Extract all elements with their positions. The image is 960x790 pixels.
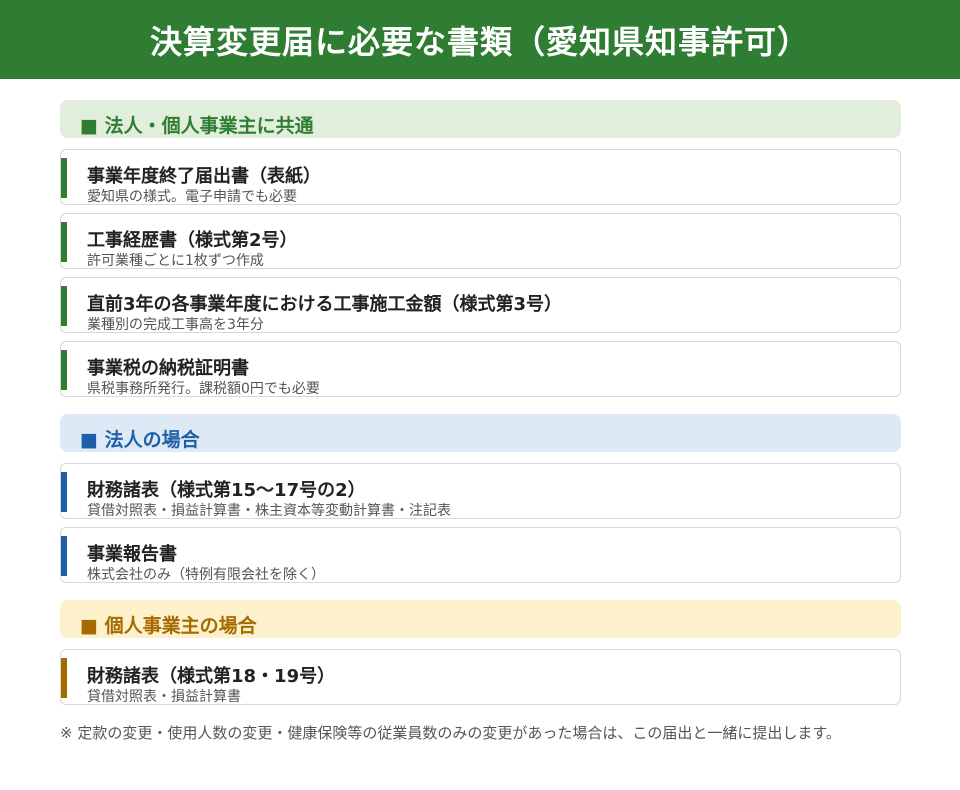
document-note: 貸借対照表・損益計算書 [87, 689, 241, 705]
document-item: 事業税の納税証明書 県税事務所発行。課税額0円でも必要 [60, 341, 901, 397]
accent-bar [61, 350, 67, 390]
document-note: 貸借対照表・損益計算書・株主資本等変動計算書・注記表 [87, 503, 451, 519]
document-item: 事業報告書 株式会社のみ（特例有限会社を除く） [60, 527, 901, 583]
section-heading-corporate: ■ 法人の場合 [60, 414, 901, 452]
document-item: 直前3年の各事業年度における工事施工金額（様式第3号） 業種別の完成工事高を3年… [60, 277, 901, 333]
section-heading-label: ■ 法人・個人事業主に共通 [80, 114, 314, 137]
accent-bar [61, 158, 67, 198]
document-title: 事業税の納税証明書 [87, 358, 249, 379]
document-title: 財務諸表（様式第15〜17号の2） [87, 480, 366, 501]
section-heading-label: ■ 法人の場合 [80, 428, 200, 451]
accent-bar [61, 658, 67, 698]
section-heading-common: ■ 法人・個人事業主に共通 [60, 100, 901, 138]
document-title: 事業年度終了届出書（表紙） [87, 166, 321, 187]
section-heading-label: ■ 個人事業主の場合 [80, 614, 257, 637]
accent-bar [61, 222, 67, 262]
document-note: 愛知県の様式。電子申請でも必要 [87, 189, 297, 205]
document-item: 事業年度終了届出書（表紙） 愛知県の様式。電子申請でも必要 [60, 149, 901, 205]
accent-bar [61, 472, 67, 512]
document-item: 工事経歴書（様式第2号） 許可業種ごとに1枚ずつ作成 [60, 213, 901, 269]
document-item: 財務諸表（様式第18・19号） 貸借対照表・損益計算書 [60, 649, 901, 705]
document-note: 許可業種ごとに1枚ずつ作成 [87, 253, 264, 269]
document-title: 財務諸表（様式第18・19号） [87, 666, 336, 687]
accent-bar [61, 536, 67, 576]
document-item: 財務諸表（様式第15〜17号の2） 貸借対照表・損益計算書・株主資本等変動計算書… [60, 463, 901, 519]
document-note: 株式会社のみ（特例有限会社を除く） [87, 567, 325, 583]
document-title: 直前3年の各事業年度における工事施工金額（様式第3号） [87, 294, 563, 315]
document-title: 事業報告書 [87, 544, 177, 565]
page-header: 決算変更届に必要な書類（愛知県知事許可） [0, 0, 960, 79]
document-title: 工事経歴書（様式第2号） [87, 230, 298, 251]
accent-bar [61, 286, 67, 326]
page-title: 決算変更届に必要な書類（愛知県知事許可） [149, 22, 810, 61]
document-note: 県税事務所発行。課税額0円でも必要 [87, 381, 320, 397]
document-note: 業種別の完成工事高を3年分 [87, 317, 264, 333]
section-heading-individual: ■ 個人事業主の場合 [60, 600, 901, 638]
footnote: ※ 定款の変更・使用人数の変更・健康保険等の従業員数のみの変更があった場合は、こ… [60, 724, 841, 742]
